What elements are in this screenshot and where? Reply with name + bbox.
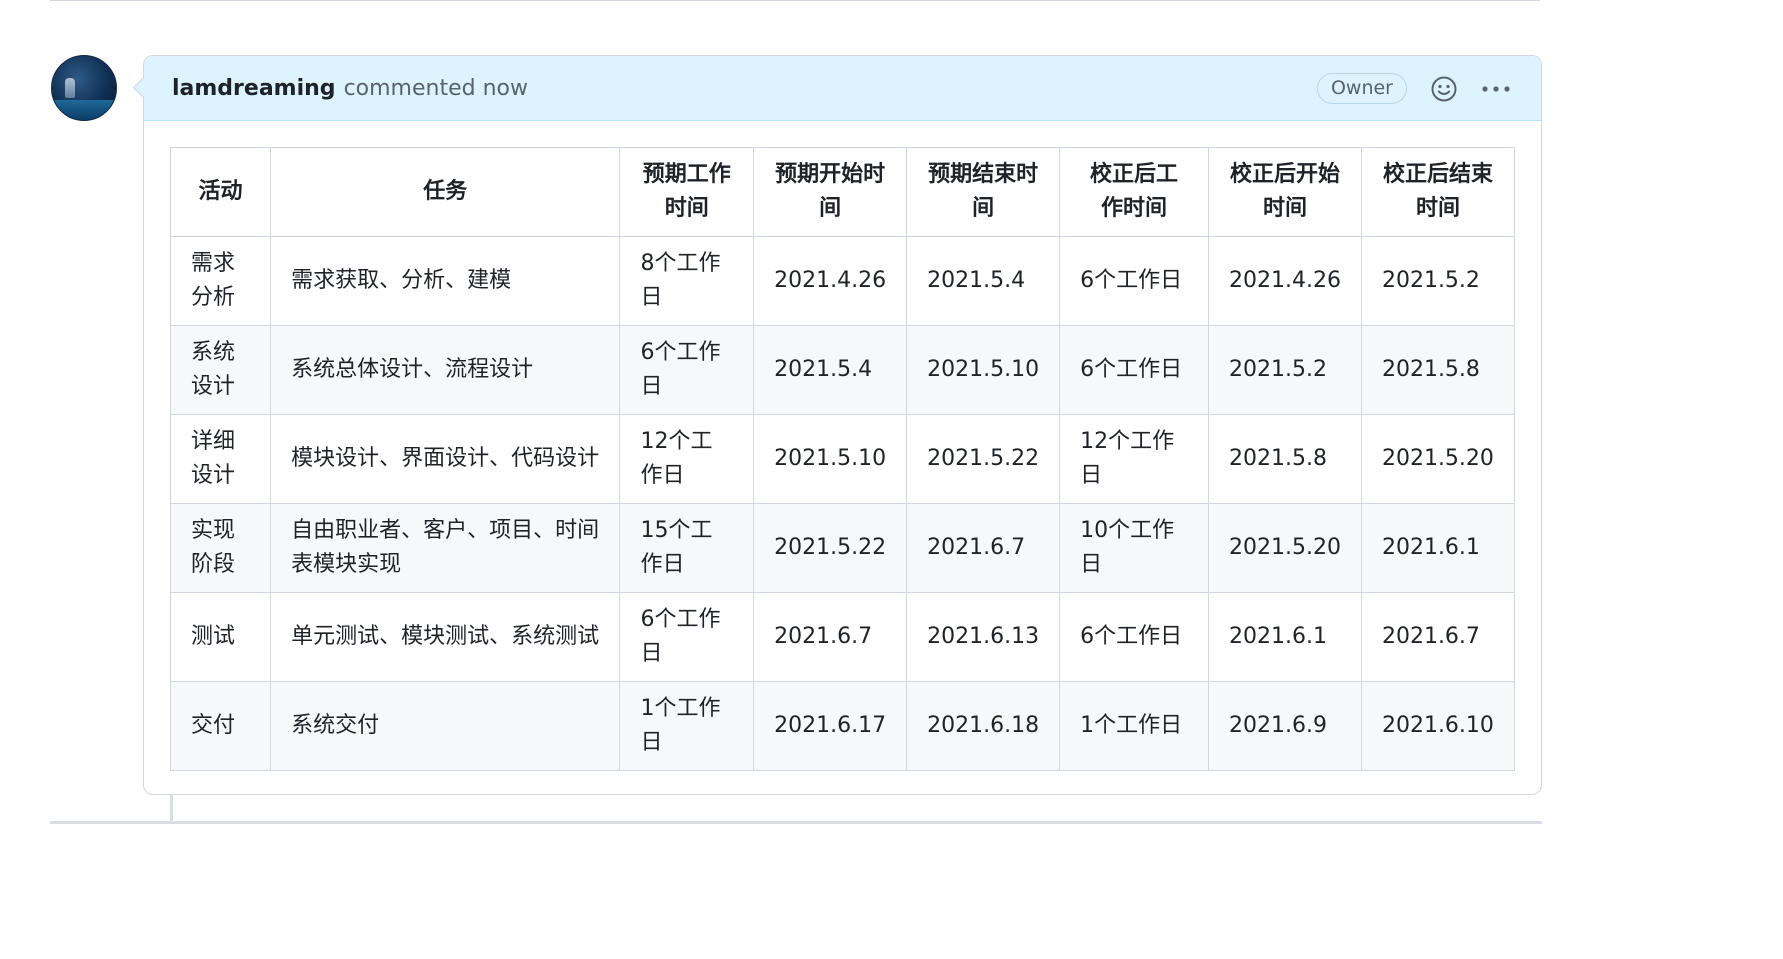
cell-adjusted-duration: 6个工作日: [1059, 592, 1209, 682]
cell-adjusted-start: 2021.5.20: [1207, 503, 1362, 593]
cell-task: 模块设计、界面设计、代码设计: [270, 414, 621, 504]
avatar-background: [52, 100, 116, 120]
header-expected-start: 预期开始时间: [753, 147, 908, 237]
cell-expected-start: 2021.4.26: [753, 236, 908, 326]
cell-adjusted-duration: 10个工作日: [1059, 503, 1209, 593]
cell-expected-duration: 12个工作日: [619, 414, 755, 504]
cell-expected-start: 2021.5.10: [753, 414, 908, 504]
cell-adjusted-duration: 6个工作日: [1059, 236, 1209, 326]
cell-adjusted-end: 2021.6.1: [1360, 503, 1516, 593]
cell-expected-duration: 6个工作日: [619, 325, 755, 415]
cell-expected-end: 2021.6.7: [906, 503, 1061, 593]
cell-expected-duration: 15个工作日: [619, 503, 755, 593]
cell-adjusted-end: 2021.5.2: [1360, 236, 1516, 326]
cell-expected-end: 2021.5.22: [906, 414, 1061, 504]
header-adjusted-start: 校正后开始时间: [1207, 147, 1362, 237]
cell-task: 自由职业者、客户、项目、时间表模块实现: [270, 503, 621, 593]
cell-expected-start: 2021.5.4: [753, 325, 908, 415]
comment-body: 活动 任务 预期工作时间 预期开始时间 预期结束时间 校正后工作时间 校正后开始…: [144, 121, 1541, 771]
comment-author[interactable]: lamdreaming: [172, 76, 336, 101]
cell-adjusted-start: 2021.5.8: [1207, 414, 1362, 504]
table-row: 实现阶段 自由职业者、客户、项目、时间表模块实现 15个工作日 2021.5.2…: [169, 503, 1516, 593]
cell-expected-start: 2021.6.7: [753, 592, 908, 682]
header-expected-end: 预期结束时间: [906, 147, 1061, 237]
table-row: 详细设计 模块设计、界面设计、代码设计 12个工作日 2021.5.10 202…: [169, 414, 1516, 504]
cell-expected-end: 2021.6.13: [906, 592, 1061, 682]
comment-timestamp[interactable]: commented now: [344, 76, 528, 101]
cell-task: 系统交付: [270, 681, 621, 771]
cell-activity: 系统设计: [169, 325, 272, 415]
cell-expected-duration: 8个工作日: [619, 236, 755, 326]
cell-task: 需求获取、分析、建模: [270, 236, 621, 326]
cell-adjusted-start: 2021.5.2: [1207, 325, 1362, 415]
cell-task: 单元测试、模块测试、系统测试: [270, 592, 621, 682]
avatar-figure: [65, 78, 75, 98]
cell-expected-duration: 1个工作日: [619, 681, 755, 771]
cell-adjusted-end: 2021.5.20: [1360, 414, 1516, 504]
cell-expected-end: 2021.6.18: [906, 681, 1061, 771]
cell-adjusted-duration: 6个工作日: [1059, 325, 1209, 415]
cell-activity: 实现阶段: [169, 503, 272, 593]
cell-activity: 需求分析: [169, 236, 272, 326]
table-row: 系统设计 系统总体设计、流程设计 6个工作日 2021.5.4 2021.5.1…: [169, 325, 1516, 415]
smiley-icon[interactable]: [1429, 74, 1459, 104]
header-task: 任务: [270, 147, 621, 237]
table-row: 测试 单元测试、模块测试、系统测试 6个工作日 2021.6.7 2021.6.…: [169, 592, 1516, 682]
cell-activity: 测试: [169, 592, 272, 682]
cell-adjusted-end: 2021.6.10: [1360, 681, 1516, 771]
cell-adjusted-duration: 12个工作日: [1059, 414, 1209, 504]
cell-task: 系统总体设计、流程设计: [270, 325, 621, 415]
owner-badge: Owner: [1316, 73, 1407, 104]
cell-activity: 交付: [169, 681, 272, 771]
cell-expected-end: 2021.5.10: [906, 325, 1061, 415]
timeline-connector: [170, 794, 173, 822]
bottom-divider: [50, 821, 1542, 824]
kebab-horizontal-icon[interactable]: [1481, 74, 1511, 104]
cell-adjusted-start: 2021.4.26: [1207, 236, 1362, 326]
comment-actions: Owner: [1316, 56, 1511, 121]
comment-card: lamdreaming commented now Owner 活动 任务 预期…: [143, 55, 1542, 795]
schedule-table: 活动 任务 预期工作时间 预期开始时间 预期结束时间 校正后工作时间 校正后开始…: [169, 147, 1516, 771]
cell-activity: 详细设计: [169, 414, 272, 504]
cell-adjusted-end: 2021.5.8: [1360, 325, 1516, 415]
cell-expected-start: 2021.5.22: [753, 503, 908, 593]
cell-expected-duration: 6个工作日: [619, 592, 755, 682]
cell-adjusted-end: 2021.6.7: [1360, 592, 1516, 682]
header-activity: 活动: [169, 147, 272, 237]
cell-adjusted-start: 2021.6.9: [1207, 681, 1362, 771]
avatar[interactable]: [51, 55, 117, 121]
cell-adjusted-duration: 1个工作日: [1059, 681, 1209, 771]
header-adjusted-duration: 校正后工作时间: [1059, 147, 1209, 237]
table-row: 交付 系统交付 1个工作日 2021.6.17 2021.6.18 1个工作日 …: [169, 681, 1516, 771]
cell-expected-start: 2021.6.17: [753, 681, 908, 771]
header-expected-duration: 预期工作时间: [619, 147, 755, 237]
top-divider: [50, 0, 1540, 1]
cell-expected-end: 2021.5.4: [906, 236, 1061, 326]
comment-header: lamdreaming commented now Owner: [144, 56, 1541, 121]
header-adjusted-end: 校正后结束时间: [1360, 147, 1516, 237]
cell-adjusted-start: 2021.6.1: [1207, 592, 1362, 682]
table-header-row: 活动 任务 预期工作时间 预期开始时间 预期结束时间 校正后工作时间 校正后开始…: [169, 147, 1516, 237]
table-row: 需求分析 需求获取、分析、建模 8个工作日 2021.4.26 2021.5.4…: [169, 236, 1516, 326]
